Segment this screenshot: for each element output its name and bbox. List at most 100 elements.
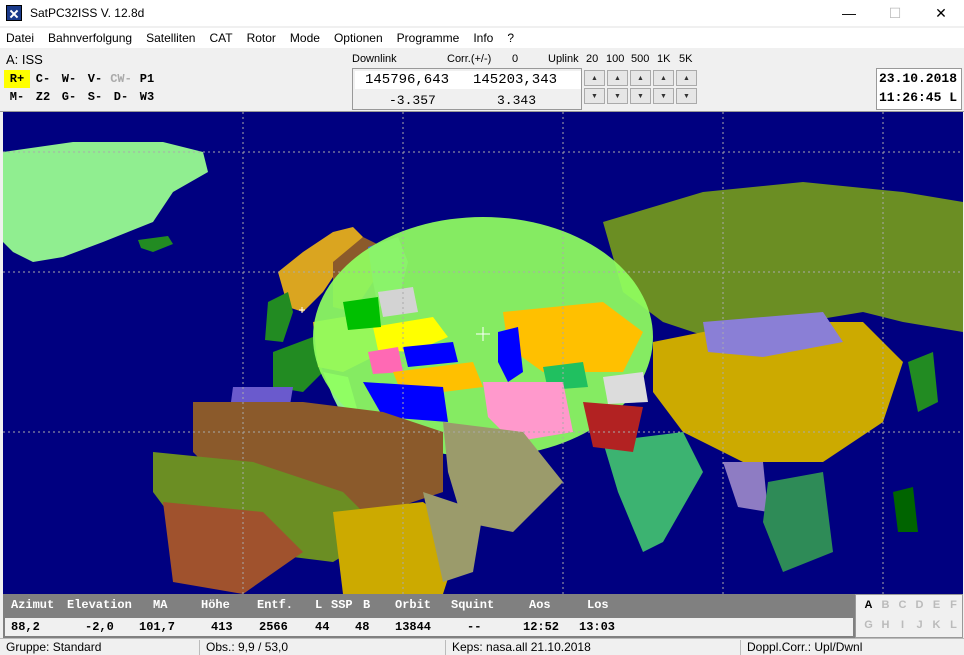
header-los: Los <box>587 598 609 612</box>
menu-rotor[interactable]: Rotor <box>247 31 276 45</box>
value-azimut: 88,2 <box>11 620 40 634</box>
header-b: B <box>363 598 371 612</box>
selector-i[interactable]: I <box>894 619 911 631</box>
menu-info[interactable]: Info <box>473 31 493 45</box>
value-orbit: 13844 <box>395 620 432 634</box>
downlink-doppler: -3.357 <box>389 93 436 108</box>
menu-programme[interactable]: Programme <box>397 31 460 45</box>
satellite-selector: A B C D E F G H I J K L <box>855 594 963 638</box>
tracking-data-headers: Azimut Elevation MA Höhe Entf. L SSP B O… <box>3 596 855 614</box>
step-500-down-button[interactable]: ▼ <box>630 88 651 104</box>
afghanistan-land <box>603 372 648 404</box>
step-1k-down-button[interactable]: ▼ <box>653 88 674 104</box>
world-map[interactable] <box>3 112 963 594</box>
satellite-label[interactable]: A: ISS <box>6 52 43 67</box>
value-aos: 12:52 <box>523 620 560 634</box>
belarus-land <box>378 287 418 317</box>
poland-land <box>343 297 381 330</box>
frequency-display: 145796,643 145203,343 -3.357 3.343 <box>352 68 582 110</box>
selector-a[interactable]: A <box>860 599 877 611</box>
correction-label: Corr.(+/-) <box>447 53 492 65</box>
selector-k[interactable]: K <box>928 619 945 631</box>
time-text: 11:26:45 L <box>879 90 958 105</box>
selector-e[interactable]: E <box>928 599 945 611</box>
menu-datei[interactable]: Datei <box>6 31 34 45</box>
selector-g[interactable]: G <box>860 619 877 631</box>
menu-cat[interactable]: CAT <box>209 31 232 45</box>
step-20-up-button[interactable]: ▲ <box>584 70 605 86</box>
status-keps: Keps: nasa.all 21.10.2018 <box>446 640 741 655</box>
mode-w3[interactable]: W3 <box>134 88 160 106</box>
mode-d[interactable]: D- <box>108 88 134 106</box>
step-5k-down-button[interactable]: ▼ <box>676 88 697 104</box>
selector-c[interactable]: C <box>894 599 911 611</box>
menu-satelliten[interactable]: Satelliten <box>146 31 195 45</box>
menu-mode[interactable]: Mode <box>290 31 320 45</box>
control-panel: A: ISS R+ C- W- V- CW- P1 M- Z2 G- S- D-… <box>0 48 964 112</box>
menu-bahnverfolgung[interactable]: Bahnverfolgung <box>48 31 132 45</box>
step-1k-up-button[interactable]: ▲ <box>653 70 674 86</box>
tracking-data-values: 88,2 -2,0 101,7 413 2566 44 48 13844 -- … <box>5 618 853 636</box>
downlink-frequency[interactable]: 145796,643 <box>365 72 449 88</box>
status-doppler: Doppl.Corr.: Upl/Dwnl <box>747 640 863 654</box>
mode-m[interactable]: M- <box>4 88 30 106</box>
map-canvas[interactable] <box>3 112 963 594</box>
doppler-line: -3.357 3.343 <box>355 91 581 109</box>
close-button[interactable]: ✕ <box>918 0 964 26</box>
frequency-main-line: 145796,643 145203,343 <box>355 71 581 89</box>
menu-optionen[interactable]: Optionen <box>334 31 383 45</box>
frequency-header: Downlink Corr.(+/-) 0 Uplink 20 100 500 … <box>352 53 692 67</box>
step-label-100: 100 <box>606 53 625 65</box>
app-icon[interactable] <box>6 5 22 21</box>
step-label-1k: 1K <box>657 53 671 65</box>
step-100-down-button[interactable]: ▼ <box>607 88 628 104</box>
mode-v[interactable]: V- <box>82 70 108 88</box>
header-ssp: SSP <box>331 598 353 612</box>
selector-b[interactable]: B <box>877 599 894 611</box>
uplink-label: Uplink <box>548 53 579 65</box>
maximize-button[interactable]: ☐ <box>872 0 918 26</box>
step-500-up-button[interactable]: ▲ <box>630 70 651 86</box>
selector-l[interactable]: L <box>945 619 962 631</box>
mode-z[interactable]: Z2 <box>30 88 56 106</box>
header-squint: Squint <box>451 598 495 612</box>
mode-c[interactable]: C- <box>30 70 56 88</box>
window-title: SatPC32ISS V. 12.8d <box>30 6 145 20</box>
minimize-button[interactable]: — <box>826 0 872 26</box>
value-squint: -- <box>467 620 482 634</box>
step-20-down-button[interactable]: ▼ <box>584 88 605 104</box>
header-entf: Entf. <box>257 598 294 612</box>
selector-h[interactable]: H <box>877 619 894 631</box>
window-controls: — ☐ ✕ <box>826 0 964 26</box>
selector-j[interactable]: J <box>911 619 928 631</box>
mode-w[interactable]: W- <box>56 70 82 88</box>
mode-p[interactable]: P1 <box>134 70 160 88</box>
value-hoehe: 413 <box>211 620 233 634</box>
uplink-frequency[interactable]: 145203,343 <box>473 72 557 88</box>
value-entf: 2566 <box>259 620 288 634</box>
value-ma: 101,7 <box>139 620 176 634</box>
mode-r[interactable]: R+ <box>4 70 30 88</box>
mode-cw[interactable]: CW- <box>108 70 134 88</box>
selector-row-1: A B C D E F <box>860 599 962 611</box>
header-l: L <box>315 598 323 612</box>
step-5k-up-button[interactable]: ▲ <box>676 70 697 86</box>
header-ma: MA <box>153 598 168 612</box>
uplink-doppler: 3.343 <box>497 93 537 108</box>
mode-g[interactable]: G- <box>56 88 82 106</box>
mode-grid: R+ C- W- V- CW- P1 M- Z2 G- S- D- W3 <box>4 70 160 106</box>
selector-f[interactable]: F <box>945 599 962 611</box>
datetime-display: 23.10.2018 11:26:45 L <box>876 68 962 110</box>
header-orbit: Orbit <box>395 598 432 612</box>
downlink-label: Downlink <box>352 53 397 65</box>
correction-value: 0 <box>512 53 519 65</box>
selector-d[interactable]: D <box>911 599 928 611</box>
menu-help[interactable]: ? <box>507 31 514 45</box>
value-l: 44 <box>315 620 330 634</box>
header-aos: Aos <box>529 598 551 612</box>
step-100-up-button[interactable]: ▲ <box>607 70 628 86</box>
status-bar: Gruppe: Standard Obs.: 9,9 / 53,0 Keps: … <box>0 638 964 655</box>
tracking-data-panel: Azimut Elevation MA Höhe Entf. L SSP B O… <box>3 594 855 638</box>
status-observer: Obs.: 9,9 / 53,0 <box>200 640 446 655</box>
mode-s[interactable]: S- <box>82 88 108 106</box>
